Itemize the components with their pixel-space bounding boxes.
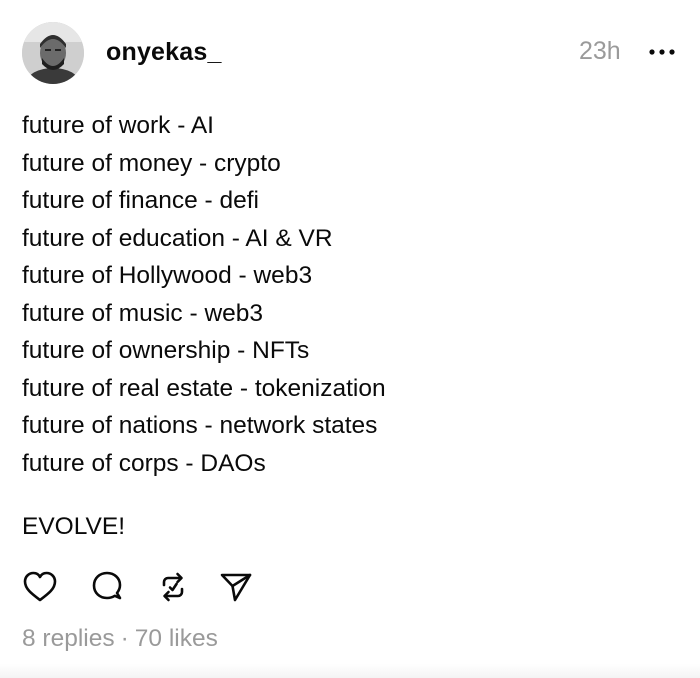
bottom-edge bbox=[0, 664, 700, 678]
thread-post: onyekas_ 23h future of work - AI future … bbox=[0, 0, 700, 678]
avatar-photo bbox=[22, 22, 84, 84]
heart-icon[interactable] bbox=[22, 569, 58, 605]
more-horizontal-icon[interactable] bbox=[648, 40, 676, 64]
post-line: future of nations - network states bbox=[22, 412, 378, 439]
post-line: future of music - web3 bbox=[22, 299, 264, 327]
post-line: future of Hollywood - web3 bbox=[22, 262, 313, 289]
share-icon[interactable] bbox=[218, 569, 254, 605]
username[interactable]: onyekas_ bbox=[106, 38, 222, 67]
likes-count[interactable]: 70 likes bbox=[135, 625, 218, 652]
post-line: future of money - crypto bbox=[22, 149, 281, 177]
post-line: future of corps - DAOs bbox=[22, 449, 266, 477]
repost-icon[interactable] bbox=[155, 569, 191, 605]
post-line: future of work - AI bbox=[22, 112, 214, 139]
avatar[interactable] bbox=[22, 22, 84, 84]
stats-separator: · bbox=[120, 625, 129, 652]
post-body: future of work - AI future of money - cr… bbox=[22, 107, 672, 482]
comment-icon[interactable] bbox=[89, 569, 125, 605]
post-line: future of ownership - NFTs bbox=[22, 337, 310, 364]
post-stats: 8 replies · 70 likes bbox=[22, 625, 218, 653]
post-timestamp: 23h bbox=[579, 37, 621, 65]
replies-count[interactable]: 8 replies bbox=[22, 625, 115, 652]
post-line: future of finance - defi bbox=[22, 187, 259, 214]
post-closing-line: EVOLVE! bbox=[22, 513, 126, 540]
post-line: future of real estate - tokenization bbox=[22, 374, 386, 402]
post-line: future of education - AI & VR bbox=[22, 224, 333, 252]
